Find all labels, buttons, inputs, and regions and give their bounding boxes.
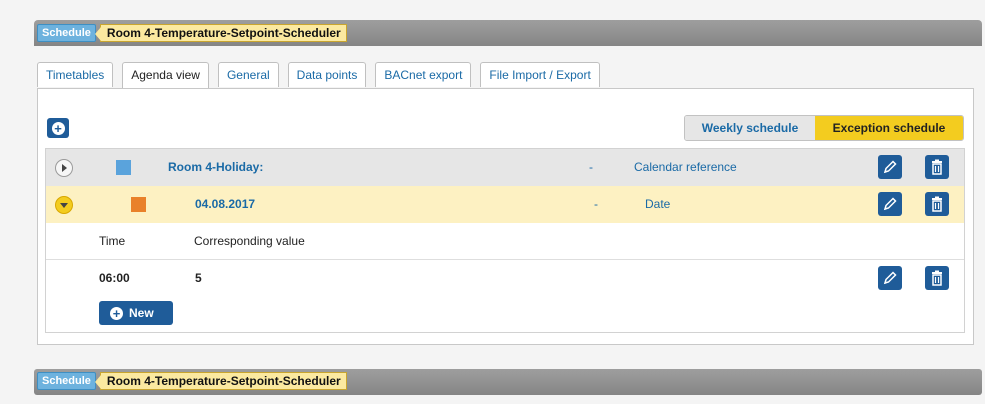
tab-timetables[interactable]: Timetables — [37, 62, 114, 87]
tab-bacnet-export[interactable]: BACnet export — [375, 62, 472, 87]
add-entry-button[interactable]: + — [47, 118, 69, 138]
new-button-label: New — [129, 306, 154, 320]
breadcrumb-schedule[interactable]: Schedule — [37, 372, 96, 390]
entry-dash: - — [594, 197, 598, 211]
column-header-time: Time — [99, 234, 126, 248]
delete-button[interactable] — [925, 266, 949, 290]
value-table-header: Time Corresponding value — [46, 223, 964, 260]
plus-circle-icon: + — [110, 306, 123, 320]
value-row[interactable]: 06:00 5 — [46, 259, 964, 297]
value-setpoint: 5 — [195, 271, 202, 285]
tab-agenda-view[interactable]: Agenda view — [122, 62, 209, 90]
edit-button[interactable] — [878, 192, 902, 216]
tab-data-points[interactable]: Data points — [287, 62, 367, 87]
trash-icon — [932, 159, 942, 175]
color-swatch — [131, 197, 146, 212]
new-value-row: + New — [46, 295, 964, 332]
trash-icon — [932, 270, 942, 286]
edit-button[interactable] — [878, 266, 902, 290]
weekly-schedule-button[interactable]: Weekly schedule — [685, 116, 815, 140]
bottom-breadcrumb-bar: Schedule Room 4-Temperature-Setpoint-Sch… — [34, 369, 982, 395]
exception-schedule-button[interactable]: Exception schedule — [815, 116, 963, 140]
value-time: 06:00 — [99, 271, 130, 285]
pencil-icon — [883, 197, 897, 211]
exception-table: Room 4-Holiday: - Calendar reference 04.… — [45, 148, 965, 333]
breadcrumb-object[interactable]: Room 4-Temperature-Setpoint-Scheduler — [94, 372, 347, 390]
color-swatch — [116, 160, 131, 175]
tab-general[interactable]: General — [217, 62, 279, 87]
pencil-icon — [883, 271, 897, 285]
top-breadcrumb-bar: Schedule Room 4-Temperature-Setpoint-Sch… — [34, 20, 982, 46]
breadcrumb-object[interactable]: Room 4-Temperature-Setpoint-Scheduler — [94, 24, 347, 42]
entry-name: 04.08.2017 — [195, 197, 256, 211]
pencil-icon — [883, 160, 897, 174]
schedule-type-toggle: Weekly schedule Exception schedule — [684, 115, 964, 141]
new-value-button[interactable]: + New — [99, 301, 173, 325]
plus-circle-icon: + — [51, 121, 65, 135]
entry-type: Date — [645, 197, 671, 211]
exception-row-expanded[interactable]: 04.08.2017 - Date — [46, 186, 964, 223]
column-header-value: Corresponding value — [194, 234, 305, 248]
tab-file-import-export[interactable]: File Import / Export — [480, 62, 600, 87]
trash-icon — [932, 196, 942, 212]
delete-button[interactable] — [925, 155, 949, 179]
edit-button[interactable] — [878, 155, 902, 179]
exception-row[interactable]: Room 4-Holiday: - Calendar reference — [46, 149, 964, 186]
expand-arrow-icon[interactable] — [55, 196, 73, 214]
entry-name: Room 4-Holiday: — [168, 160, 264, 174]
delete-button[interactable] — [925, 192, 949, 216]
entry-type: Calendar reference — [634, 160, 737, 174]
expand-arrow-icon[interactable] — [55, 159, 73, 177]
tab-bar: Timetables Agenda view General Data poin… — [37, 62, 609, 90]
breadcrumb-schedule[interactable]: Schedule — [37, 24, 96, 42]
entry-dash: - — [589, 160, 593, 174]
